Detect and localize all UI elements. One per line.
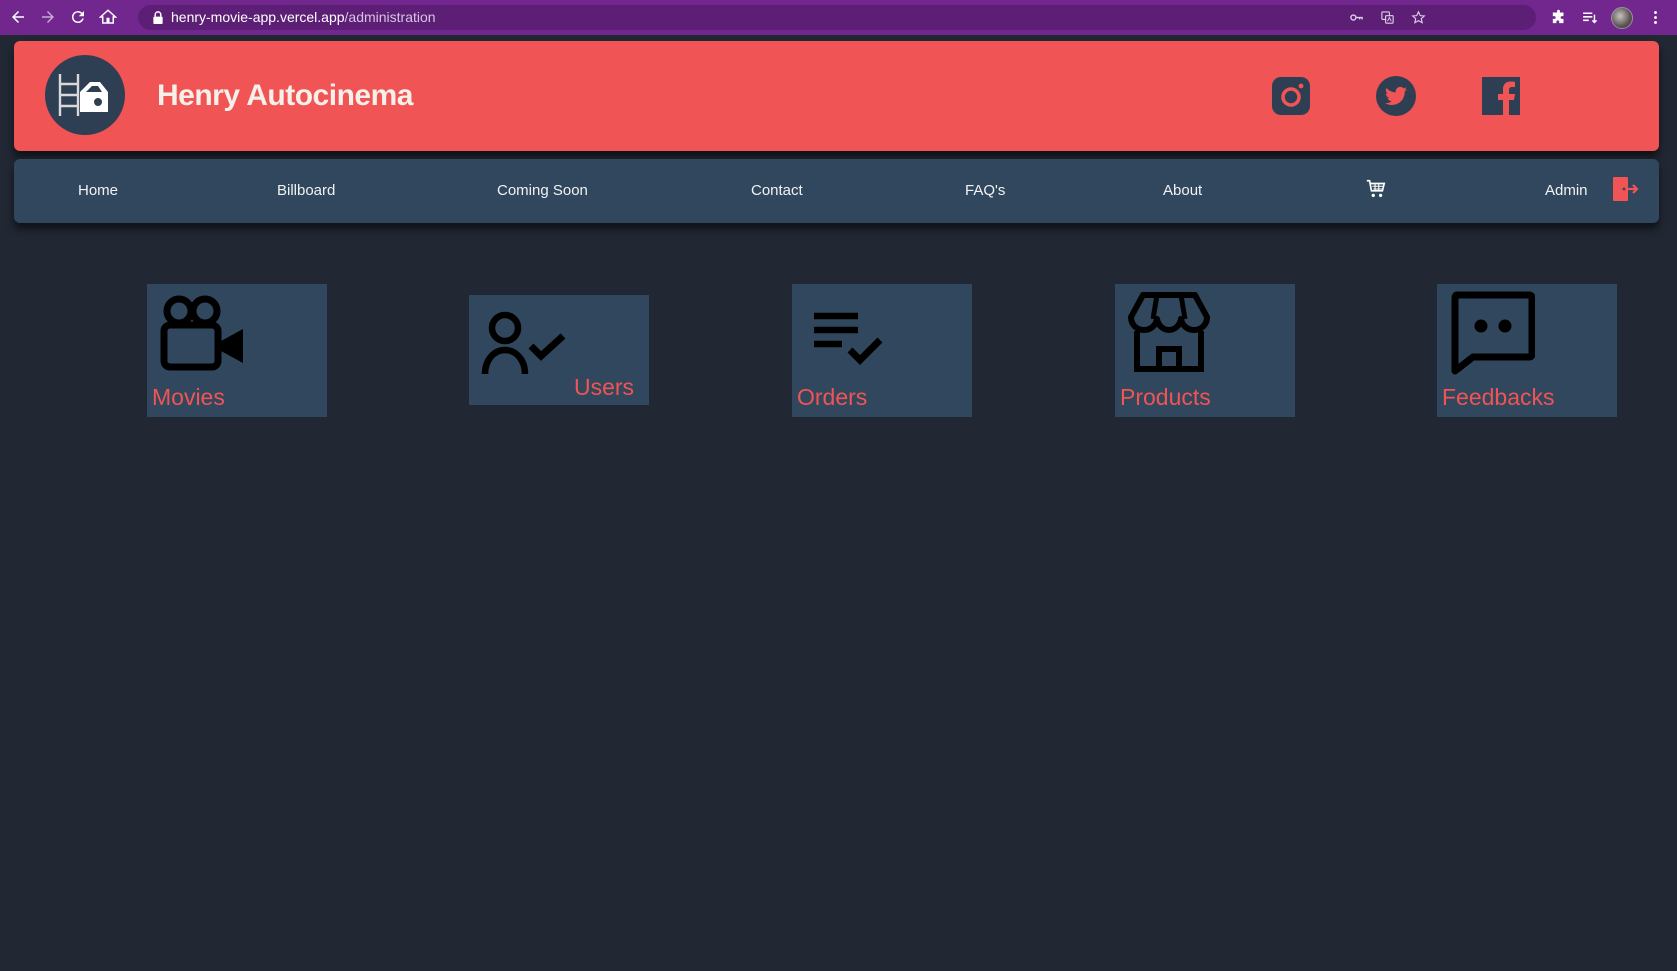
admin-card-label: Products: [1120, 384, 1211, 410]
admin-card-label: Feedbacks: [1442, 384, 1555, 410]
nav-about[interactable]: About: [1163, 182, 1202, 199]
nav-home[interactable]: Home: [78, 182, 118, 199]
profile-avatar[interactable]: [1611, 7, 1633, 29]
site-header: Henry Autocinema: [14, 41, 1659, 151]
back-arrow-icon[interactable]: [8, 7, 28, 27]
instagram-icon[interactable]: [1270, 75, 1312, 117]
nav-contact[interactable]: Contact: [751, 182, 803, 199]
logout-door-icon[interactable]: [1611, 176, 1639, 202]
translate-icon[interactable]: [1379, 9, 1396, 26]
admin-card-movies[interactable]: Movies: [147, 284, 327, 417]
admin-card-label: Orders: [797, 384, 868, 410]
store-icon: [1128, 292, 1210, 372]
nav-faqs[interactable]: FAQ's: [965, 182, 1005, 199]
nav-billboard[interactable]: Billboard: [277, 182, 335, 199]
user-check-icon: [481, 311, 566, 375]
list-check-icon: [814, 312, 883, 365]
reload-icon[interactable]: [68, 7, 88, 27]
admin-card-products[interactable]: Products: [1115, 284, 1295, 417]
url-path: /administration: [344, 9, 436, 25]
nav-coming-soon[interactable]: Coming Soon: [497, 182, 588, 199]
facebook-icon[interactable]: [1480, 75, 1522, 117]
kebab-menu-icon[interactable]: [1645, 7, 1665, 27]
url-text[interactable]: henry-movie-app.vercel.app/administratio…: [171, 9, 436, 25]
key-icon[interactable]: [1348, 9, 1365, 26]
lock-icon[interactable]: [152, 11, 164, 24]
home-icon[interactable]: [98, 7, 118, 27]
admin-card-orders[interactable]: Orders: [792, 284, 972, 417]
url-host: henry-movie-app.vercel.app: [171, 9, 345, 25]
admin-card-users[interactable]: Users: [469, 295, 649, 405]
address-bar[interactable]: henry-movie-app.vercel.app/administratio…: [138, 5, 1536, 30]
admin-card-label: Movies: [152, 384, 225, 410]
film-car-logo[interactable]: [45, 55, 125, 135]
reading-list-icon[interactable]: [1579, 7, 1599, 27]
forward-arrow-icon[interactable]: [38, 7, 58, 27]
nav-admin[interactable]: Admin: [1545, 182, 1588, 199]
browser-toolbar: henry-movie-app.vercel.app/administratio…: [0, 0, 1677, 35]
chat-feedback-icon: [1451, 291, 1535, 375]
main-nav: Home Billboard Coming Soon Contact FAQ's…: [14, 159, 1659, 223]
twitter-icon[interactable]: [1375, 75, 1417, 117]
puzzle-icon[interactable]: [1548, 7, 1568, 27]
site-title[interactable]: Henry Autocinema: [157, 79, 413, 113]
movie-camera-icon: [160, 295, 243, 371]
admin-card-label: Users: [574, 374, 635, 400]
admin-card-feedbacks[interactable]: Feedbacks: [1437, 284, 1617, 417]
cart-icon[interactable]: [1365, 178, 1387, 200]
star-icon[interactable]: [1410, 9, 1427, 26]
